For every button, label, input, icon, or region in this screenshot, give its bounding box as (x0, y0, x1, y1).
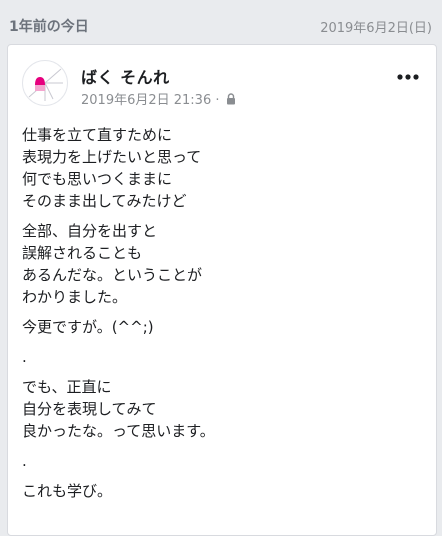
memory-header: 1年前の今日 2019年6月2日(日) (0, 0, 442, 44)
post-text-line: 良かったな。って思います。 (22, 422, 215, 440)
post-paragraph: これも学び。 (22, 480, 422, 502)
avatar-logo-icon (28, 68, 63, 101)
post-paragraph: 今更ですが。(^^;) (22, 316, 422, 338)
author-name[interactable]: ばく そんれ (81, 64, 170, 88)
post-text-line: 仕事を立て直すために (22, 126, 173, 144)
post-text-line: わかりました。 (22, 288, 128, 306)
post-card: ばく そんれ 2019年6月2日 21:36 · 仕事を立て直すために表現力を上… (7, 44, 437, 536)
post-paragraph: 仕事を立て直すために表現力を上げたいと思って 何でも思いつくままに そのまま出してみ… (22, 124, 422, 212)
more-options-button[interactable] (394, 67, 422, 87)
post-paragraph: . (22, 346, 422, 368)
post-text-line: . (22, 348, 27, 366)
memory-date: 2019年6月2日(日) (320, 21, 432, 36)
post-paragraph: . (22, 450, 422, 472)
post-text-line: そのまま出してみたけど (22, 192, 187, 210)
post-paragraph: 全部、自分を出すと 誤解されることもあるんだな。ということが わかりました。 (22, 220, 422, 308)
post-text-line: 全部、自分を出すと (22, 222, 158, 240)
post-text-line: これも学び。 (22, 482, 113, 500)
post-text-line: 誤解されることも (22, 244, 143, 262)
post-meta: 2019年6月2日 21:36 · (81, 89, 236, 108)
avatar[interactable] (22, 60, 68, 106)
post-text-line: 今更ですが。(^^;) (22, 318, 154, 336)
lock-icon (226, 92, 235, 104)
post-body: 仕事を立て直すために表現力を上げたいと思って 何でも思いつくままに そのまま出してみ… (22, 124, 422, 510)
post-text-line: でも、正直に (22, 378, 112, 396)
post-timestamp[interactable]: 2019年6月2日 21:36 · (81, 89, 220, 108)
memory-title: 1年前の今日 (9, 19, 89, 35)
post-text-line: あるんだな。ということが (22, 266, 203, 284)
post-text-line: . (22, 452, 27, 470)
post-text-line: 自分を表現してみて (22, 400, 157, 418)
post-paragraph: でも、正直に自分を表現してみて良かったな。って思います。 (22, 376, 422, 442)
post-text-line: 何でも思いつくままに (22, 170, 173, 188)
more-horizontal-icon (397, 74, 419, 80)
post-text-line: 表現力を上げたいと思って (22, 148, 202, 166)
